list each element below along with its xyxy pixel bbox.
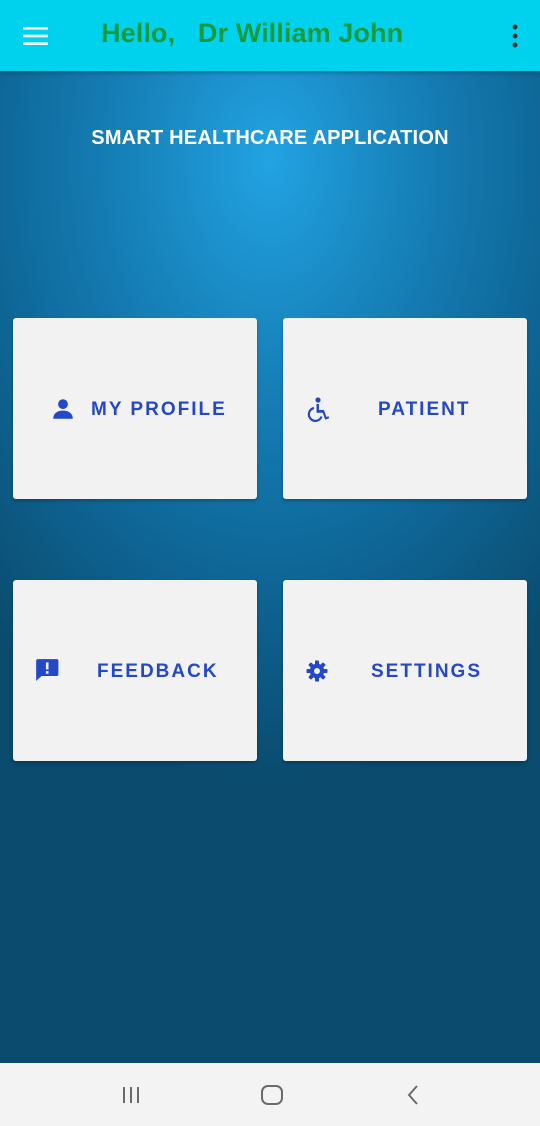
patient-button[interactable]: PATIENT bbox=[283, 318, 527, 499]
main-content: SMART HEALTHCARE APPLICATION MY PROFILE … bbox=[0, 71, 540, 1063]
greeting-text: Hello, Dr William John bbox=[101, 18, 404, 48]
system-nav-bar bbox=[0, 1063, 540, 1126]
home-icon bbox=[261, 1085, 283, 1105]
app-bar: Hello, Dr William John bbox=[0, 0, 540, 71]
overflow-menu-button[interactable] bbox=[504, 14, 526, 58]
settings-label: SETTINGS bbox=[371, 661, 483, 682]
page-title: SMART HEALTHCARE APPLICATION bbox=[91, 127, 449, 149]
home-screen: Hello, Dr William John SMART HEALTHCARE … bbox=[0, 0, 540, 1126]
back-icon bbox=[407, 1085, 418, 1105]
wheelchair-icon bbox=[304, 396, 332, 424]
person-icon bbox=[49, 395, 77, 423]
more-vert-icon bbox=[512, 24, 518, 48]
my-profile-label: MY PROFILE bbox=[91, 399, 227, 420]
settings-button[interactable]: SETTINGS bbox=[283, 580, 527, 761]
recent-apps-icon bbox=[123, 1087, 139, 1103]
my-profile-button[interactable]: MY PROFILE bbox=[13, 318, 257, 499]
feedback-button[interactable]: FEEDBACK bbox=[13, 580, 257, 761]
feedback-icon bbox=[33, 656, 61, 684]
patient-label: PATIENT bbox=[378, 399, 471, 420]
feedback-label: FEEDBACK bbox=[97, 661, 219, 682]
recent-apps-button[interactable] bbox=[111, 1077, 151, 1113]
menu-button[interactable] bbox=[14, 14, 58, 58]
gear-icon bbox=[303, 657, 331, 685]
back-button[interactable] bbox=[393, 1077, 433, 1113]
hamburger-menu-icon bbox=[23, 27, 48, 45]
home-button[interactable] bbox=[252, 1077, 292, 1113]
